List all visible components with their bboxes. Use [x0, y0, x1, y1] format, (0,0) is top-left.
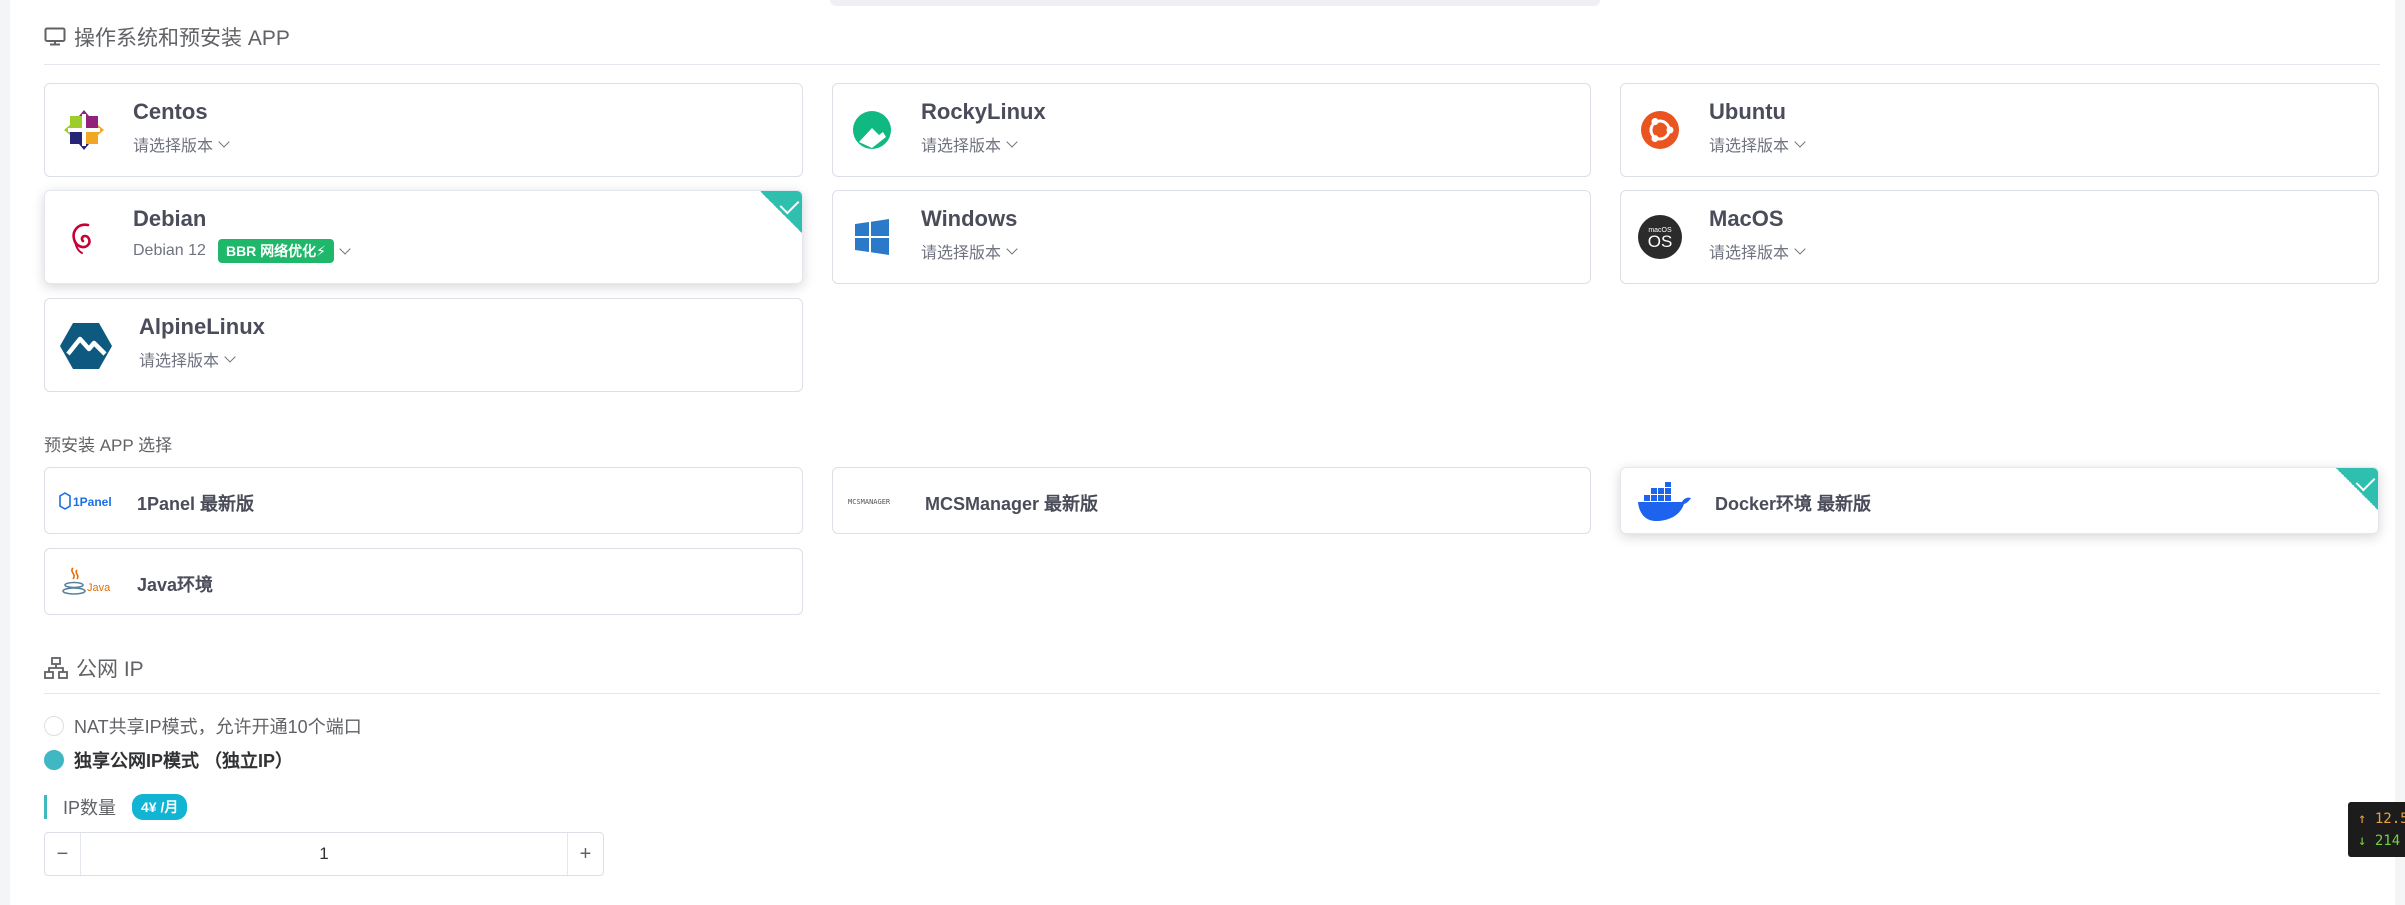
chevron-down-icon	[224, 351, 236, 363]
chevron-down-icon	[339, 243, 351, 255]
ip-section-title: 公网 IP	[76, 658, 144, 681]
ip-section-divider	[44, 693, 2380, 694]
app-card-docker[interactable]: Docker环境 最新版	[1620, 467, 2379, 534]
windows-logo-icon	[849, 214, 895, 260]
app-name: 1Panel 最新版	[137, 494, 255, 514]
os-section-header: 操作系统和预安装 APP	[44, 22, 290, 52]
chevron-down-icon	[1794, 136, 1806, 148]
version-select[interactable]: 请选择版本	[1709, 132, 1806, 156]
decrement-button[interactable]: −	[45, 833, 81, 875]
version-select[interactable]: 请选择版本	[133, 132, 230, 156]
radio-label: NAT共享IP模式，允许开通10个端口	[74, 717, 362, 737]
ip-count-label-row: IP数量 4¥ /月	[44, 794, 188, 820]
java-logo-icon: Java	[59, 563, 115, 601]
svg-text:MCSMANAGER: MCSMANAGER	[848, 498, 891, 506]
version-text: 请选择版本	[1709, 138, 1790, 155]
version-select[interactable]: 请选择版本	[921, 132, 1018, 156]
app-card-java[interactable]: Java Java环境	[44, 548, 803, 615]
price-badge: 4¥ /月	[132, 794, 188, 820]
os-name: RockyLinux	[921, 99, 1046, 124]
macos-logo-icon: macOS OS	[1635, 212, 1685, 262]
os-card-alpinelinux[interactable]: AlpineLinux 请选择版本	[44, 298, 803, 392]
app-card-1panel[interactable]: 1Panel 1Panel 最新版	[44, 467, 803, 534]
os-name: AlpineLinux	[139, 314, 265, 339]
version-text: 请选择版本	[1709, 245, 1790, 262]
bbr-badge: BBR 网络优化⚡	[217, 239, 335, 263]
increment-button[interactable]: +	[567, 833, 603, 875]
radio-circle[interactable]	[44, 750, 64, 770]
app-card-mcsmanager[interactable]: MCSMANAGER MCSManager 最新版	[832, 467, 1591, 534]
version-text: Debian 12	[133, 242, 206, 259]
app-name: MCSManager 最新版	[925, 494, 1099, 514]
centos-logo-icon	[61, 107, 107, 153]
ip-count-input[interactable]	[81, 833, 567, 875]
svg-text:OS: OS	[1648, 232, 1673, 251]
upload-speed: ↑ 12.5	[2358, 811, 2405, 827]
os-name: Ubuntu	[1709, 99, 1786, 124]
radio-label: 独享公网IP模式 （独立IP）	[74, 751, 294, 771]
ubuntu-logo-icon	[1637, 107, 1683, 153]
os-card-debian[interactable]: Debian Debian 12 BBR 网络优化⚡	[44, 190, 803, 284]
radio-circle[interactable]	[44, 716, 64, 736]
ip-section-header: 公网 IP	[44, 653, 144, 683]
os-name: Centos	[133, 99, 208, 124]
os-name: MacOS	[1709, 206, 1784, 231]
monitor-icon	[44, 27, 66, 47]
svg-text:1Panel: 1Panel	[73, 495, 112, 509]
os-section-title: 操作系统和预安装 APP	[74, 27, 290, 50]
network-icon	[44, 657, 68, 679]
version-text: 请选择版本	[139, 353, 220, 370]
ip-count-label: IP数量	[63, 798, 117, 818]
chevron-down-icon	[1794, 243, 1806, 255]
chevron-down-icon	[1006, 136, 1018, 148]
os-card-windows[interactable]: Windows 请选择版本	[832, 190, 1591, 284]
version-select[interactable]: Debian 12 BBR 网络优化⚡	[133, 239, 351, 263]
version-text: 请选择版本	[921, 138, 1002, 155]
page: 操作系统和预安装 APP Centos 请选择版本 RockyLinux 请选择…	[10, 0, 2395, 905]
app-section-title: 预安装 APP 选择	[44, 436, 173, 455]
network-speed-widget: ↑ 12.5 ↓ 214	[2348, 802, 2405, 857]
1panel-logo-icon: 1Panel	[59, 488, 115, 514]
version-text: 请选择版本	[133, 138, 214, 155]
ip-count-stepper[interactable]: − +	[44, 832, 604, 876]
version-text: 请选择版本	[921, 245, 1002, 262]
radio-nat-shared-ip[interactable]: NAT共享IP模式，允许开通10个端口	[44, 713, 362, 739]
os-section-divider	[44, 64, 2380, 65]
svg-text:Java: Java	[87, 582, 111, 594]
download-speed: ↓ 214	[2358, 833, 2401, 849]
docker-logo-icon	[1635, 480, 1693, 524]
app-name: Java环境	[137, 575, 214, 595]
chevron-down-icon	[218, 136, 230, 148]
os-card-ubuntu[interactable]: Ubuntu 请选择版本	[1620, 83, 2379, 177]
os-name: Windows	[921, 206, 1018, 231]
os-card-macos[interactable]: macOS OS MacOS 请选择版本	[1620, 190, 2379, 284]
version-select[interactable]: 请选择版本	[139, 347, 236, 371]
alpinelinux-logo-icon	[59, 319, 113, 373]
version-select[interactable]: 请选择版本	[1709, 239, 1806, 263]
selected-check-icon	[760, 191, 802, 233]
selected-check-icon	[2336, 468, 2378, 510]
os-card-rockylinux[interactable]: RockyLinux 请选择版本	[832, 83, 1591, 177]
app-name: Docker环境 最新版	[1715, 494, 1872, 514]
os-card-centos[interactable]: Centos 请选择版本	[44, 83, 803, 177]
mcsmanager-logo-icon: MCSMANAGER	[847, 490, 905, 512]
version-select[interactable]: 请选择版本	[921, 239, 1018, 263]
debian-logo-icon	[61, 214, 107, 260]
top-card-edge	[830, 0, 1600, 6]
os-name: Debian	[133, 206, 207, 231]
radio-dedicated-public-ip[interactable]: 独享公网IP模式 （独立IP）	[44, 747, 293, 773]
rockylinux-logo-icon	[849, 107, 895, 153]
chevron-down-icon	[1006, 243, 1018, 255]
